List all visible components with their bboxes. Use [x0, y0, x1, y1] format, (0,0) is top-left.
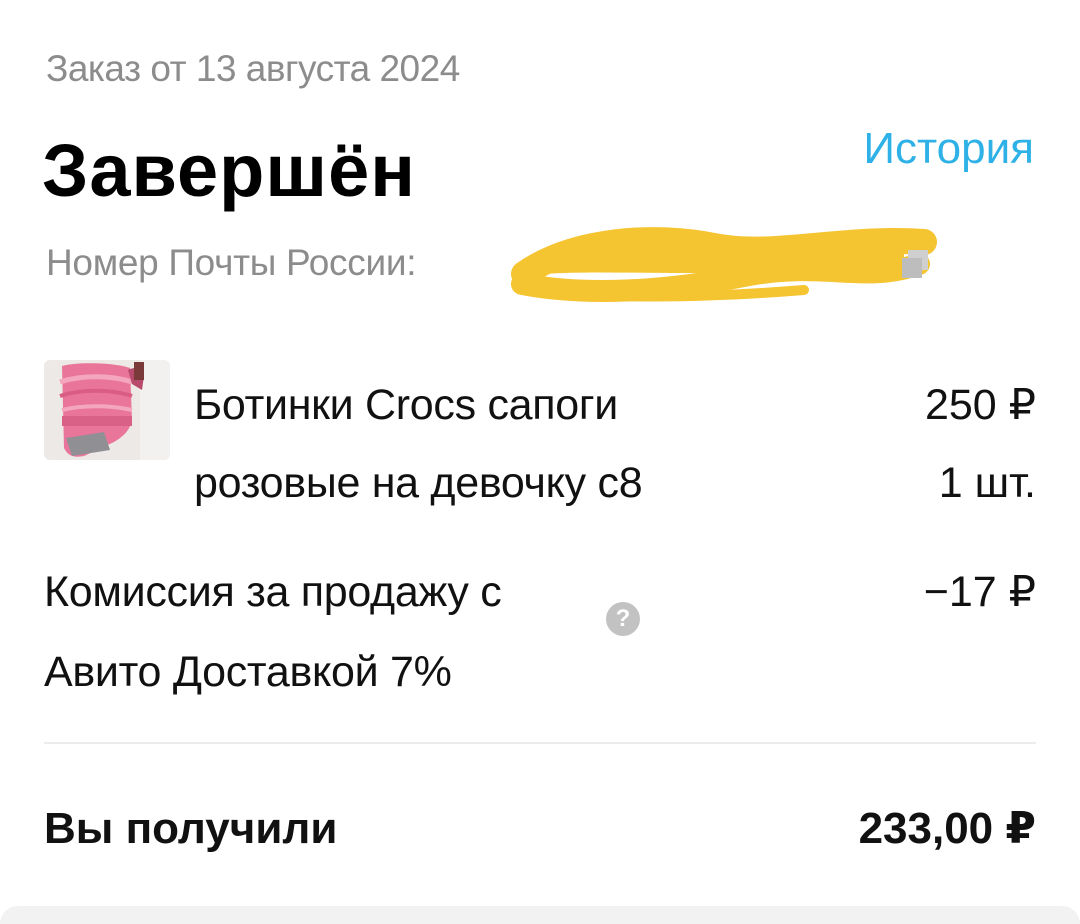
commission-row: Комиссия за продажу с Авито Доставкой 7%… — [44, 552, 1036, 712]
question-icon[interactable]: ? — [606, 602, 640, 636]
total-row: Вы получили 233,00 ₽ — [44, 792, 1036, 872]
total-value: 233,00 ₽ — [858, 804, 1036, 853]
product-name[interactable]: Ботинки Crocs сапоги розовые на девочку … — [194, 366, 794, 522]
history-link[interactable]: История — [863, 124, 1034, 174]
order-status-title: Завершён — [42, 129, 416, 212]
order-date: Заказ от 13 августа 2024 — [46, 48, 460, 89]
commission-value: −17 ₽ — [923, 568, 1036, 616]
tracking-label: Номер Почты России: — [46, 242, 417, 283]
divider — [44, 742, 1036, 744]
product-item[interactable]: Ботинки Crocs сапоги розовые на девочку … — [44, 358, 1036, 508]
total-label: Вы получили — [44, 804, 338, 853]
copy-icon[interactable] — [898, 246, 934, 282]
tracking-number-redacted[interactable] — [511, 227, 937, 304]
product-quantity: 1 шт. — [938, 459, 1036, 507]
commission-label: Комиссия за продажу с Авито Доставкой 7% — [44, 568, 502, 696]
tracking-number-row: Номер Почты России: — [46, 227, 946, 302]
product-thumbnail[interactable] — [44, 360, 170, 460]
product-price: 250 ₽ — [924, 381, 1036, 429]
bottom-card-edge — [0, 906, 1080, 924]
